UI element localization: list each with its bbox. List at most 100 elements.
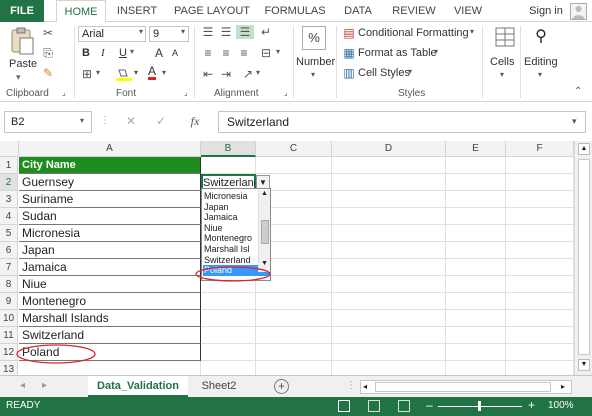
- editing-button[interactable]: Editing: [524, 56, 558, 68]
- conditional-formatting-button[interactable]: Conditional Formatting: [358, 27, 469, 39]
- insert-function-icon[interactable]: fx: [186, 114, 204, 129]
- cells-button[interactable]: Cells: [490, 56, 514, 68]
- status-bar: READY – + 100%: [0, 397, 592, 416]
- editing-dropdown-icon[interactable]: ▾: [538, 70, 542, 79]
- cancel-entry-icon[interactable]: ✕: [124, 114, 138, 128]
- fill-color-dropdown-icon[interactable]: ▾: [134, 68, 138, 77]
- align-center-icon[interactable]: ≡: [218, 46, 234, 60]
- align-middle-icon[interactable]: ☰: [218, 25, 234, 39]
- align-top-icon[interactable]: ☰: [200, 25, 216, 39]
- worksheet-grid[interactable]: A B C D E F 1 2 3 4 5 6 7 8 9 10 11 12 13 City Name G…: [0, 141, 574, 375]
- shrink-font-button[interactable]: A: [172, 48, 178, 58]
- paste-icon[interactable]: [8, 26, 36, 56]
- binoculars-icon[interactable]: ⚲: [530, 26, 552, 48]
- tab-insert[interactable]: INSERT: [112, 0, 162, 22]
- merge-dropdown-icon[interactable]: ▾: [276, 47, 280, 56]
- annotation-overlay: [16, 266, 271, 364]
- format-as-table-dropdown-icon[interactable]: ▾: [434, 47, 438, 56]
- expand-formula-bar-icon[interactable]: ▾: [572, 116, 577, 127]
- scroll-right-icon[interactable]: ▸: [561, 381, 565, 393]
- align-left-icon[interactable]: ≡: [200, 46, 216, 60]
- decrease-indent-icon[interactable]: ⇤: [200, 67, 216, 81]
- align-right-icon[interactable]: ≡: [236, 46, 252, 60]
- number-format-icon[interactable]: %: [302, 26, 326, 50]
- status-ready: READY: [6, 400, 41, 411]
- zoom-in-icon[interactable]: +: [528, 398, 535, 412]
- tab-formulas[interactable]: FORMULAS: [260, 0, 330, 22]
- zoom-level[interactable]: 100%: [548, 400, 574, 411]
- borders-icon[interactable]: ⊞: [80, 67, 94, 81]
- tab-data[interactable]: DATA: [338, 0, 378, 22]
- group-divider: [74, 26, 75, 98]
- cell-styles-button[interactable]: Cell Styles: [358, 67, 410, 79]
- font-color-dropdown-icon[interactable]: ▾: [162, 68, 166, 77]
- horizontal-scrollbar[interactable]: ◂ ▸: [360, 380, 572, 394]
- sheet-tabs-grip-icon: ⋮: [346, 380, 356, 391]
- number-dropdown-icon[interactable]: ▾: [311, 70, 315, 79]
- underline-dropdown-icon[interactable]: ▾: [130, 47, 134, 56]
- format-as-table-icon[interactable]: ▦: [342, 46, 356, 60]
- wrap-text-icon[interactable]: ↵: [258, 25, 274, 39]
- sign-in-link[interactable]: Sign in: [524, 0, 568, 22]
- horizontal-scroll-thumb[interactable]: [375, 382, 551, 392]
- grow-font-button[interactable]: A: [155, 46, 163, 60]
- orientation-icon[interactable]: ↗: [240, 67, 256, 81]
- conditional-formatting-dropdown-icon[interactable]: ▾: [470, 27, 474, 36]
- name-box-dropdown-icon[interactable]: ▾: [80, 116, 84, 125]
- add-sheet-icon[interactable]: +: [274, 379, 289, 394]
- prev-sheet-icon[interactable]: ◂: [20, 380, 25, 391]
- zoom-out-icon[interactable]: –: [426, 398, 433, 412]
- align-bottom-icon[interactable]: ☰: [236, 25, 254, 39]
- normal-view-icon[interactable]: [338, 400, 350, 412]
- copy-icon[interactable]: ⎘: [40, 46, 56, 61]
- underline-button[interactable]: U: [119, 47, 127, 59]
- collapse-ribbon-icon[interactable]: ⌃: [574, 86, 582, 97]
- page-break-view-icon[interactable]: [398, 400, 410, 412]
- confirm-entry-icon[interactable]: ✓: [154, 114, 168, 128]
- account-avatar-icon[interactable]: [570, 3, 587, 20]
- cell-styles-icon[interactable]: ▥: [342, 66, 356, 80]
- font-color-button[interactable]: A: [148, 65, 157, 80]
- zoom-slider-thumb[interactable]: [478, 401, 481, 411]
- cut-icon[interactable]: ✂: [40, 26, 56, 40]
- conditional-formatting-icon[interactable]: ▤: [342, 26, 356, 40]
- paste-button[interactable]: Paste: [9, 58, 37, 70]
- tab-page-layout[interactable]: PAGE LAYOUT: [170, 0, 254, 22]
- fill-color-icon[interactable]: [116, 68, 132, 82]
- font-size-dropdown-icon[interactable]: ▾: [178, 27, 188, 36]
- formula-bar: B2 ▾ ⋮ ✕ ✓ fx Switzerland ▾: [0, 103, 592, 141]
- format-as-table-button[interactable]: Format as Table: [358, 47, 437, 59]
- borders-dropdown-icon[interactable]: ▾: [96, 68, 100, 77]
- vertical-scroll-thumb[interactable]: [578, 159, 590, 355]
- format-painter-icon[interactable]: ✎: [40, 66, 56, 80]
- vertical-scrollbar[interactable]: ▲ ▼: [574, 141, 592, 375]
- paste-dropdown-icon[interactable]: ▾: [16, 72, 21, 83]
- font-launcher-icon[interactable]: ⌟: [184, 88, 188, 97]
- group-divider: [194, 26, 195, 98]
- merge-center-icon[interactable]: ⊟: [258, 46, 274, 60]
- font-name-dropdown-icon[interactable]: ▾: [136, 27, 146, 36]
- tab-home[interactable]: HOME: [56, 0, 106, 23]
- clipboard-launcher-icon[interactable]: ⌟: [62, 88, 66, 97]
- name-box[interactable]: B2: [4, 111, 92, 133]
- cell-styles-dropdown-icon[interactable]: ▾: [408, 67, 412, 76]
- scroll-up-icon[interactable]: ▲: [578, 143, 590, 155]
- increase-indent-icon[interactable]: ⇥: [218, 67, 234, 81]
- formula-input[interactable]: Switzerland: [218, 111, 586, 133]
- tab-view[interactable]: VIEW: [448, 0, 488, 22]
- tab-file[interactable]: FILE: [0, 0, 44, 22]
- scroll-down-icon[interactable]: ▼: [578, 359, 590, 371]
- sheet-tab-data-validation[interactable]: Data_Validation: [88, 376, 188, 397]
- cells-dropdown-icon[interactable]: ▾: [500, 70, 504, 79]
- page-layout-view-icon[interactable]: [368, 400, 380, 412]
- orientation-dropdown-icon[interactable]: ▾: [256, 68, 260, 77]
- bold-button[interactable]: B: [82, 47, 90, 59]
- sheet-tab-sheet2[interactable]: Sheet2: [194, 376, 244, 397]
- next-sheet-icon[interactable]: ▸: [42, 380, 47, 391]
- alignment-launcher-icon[interactable]: ⌟: [284, 88, 288, 97]
- scroll-left-icon[interactable]: ◂: [363, 381, 367, 393]
- number-format-button[interactable]: Number: [296, 56, 335, 68]
- cells-icon[interactable]: [494, 26, 516, 48]
- tab-review[interactable]: REVIEW: [390, 0, 438, 22]
- italic-button[interactable]: I: [101, 47, 105, 59]
